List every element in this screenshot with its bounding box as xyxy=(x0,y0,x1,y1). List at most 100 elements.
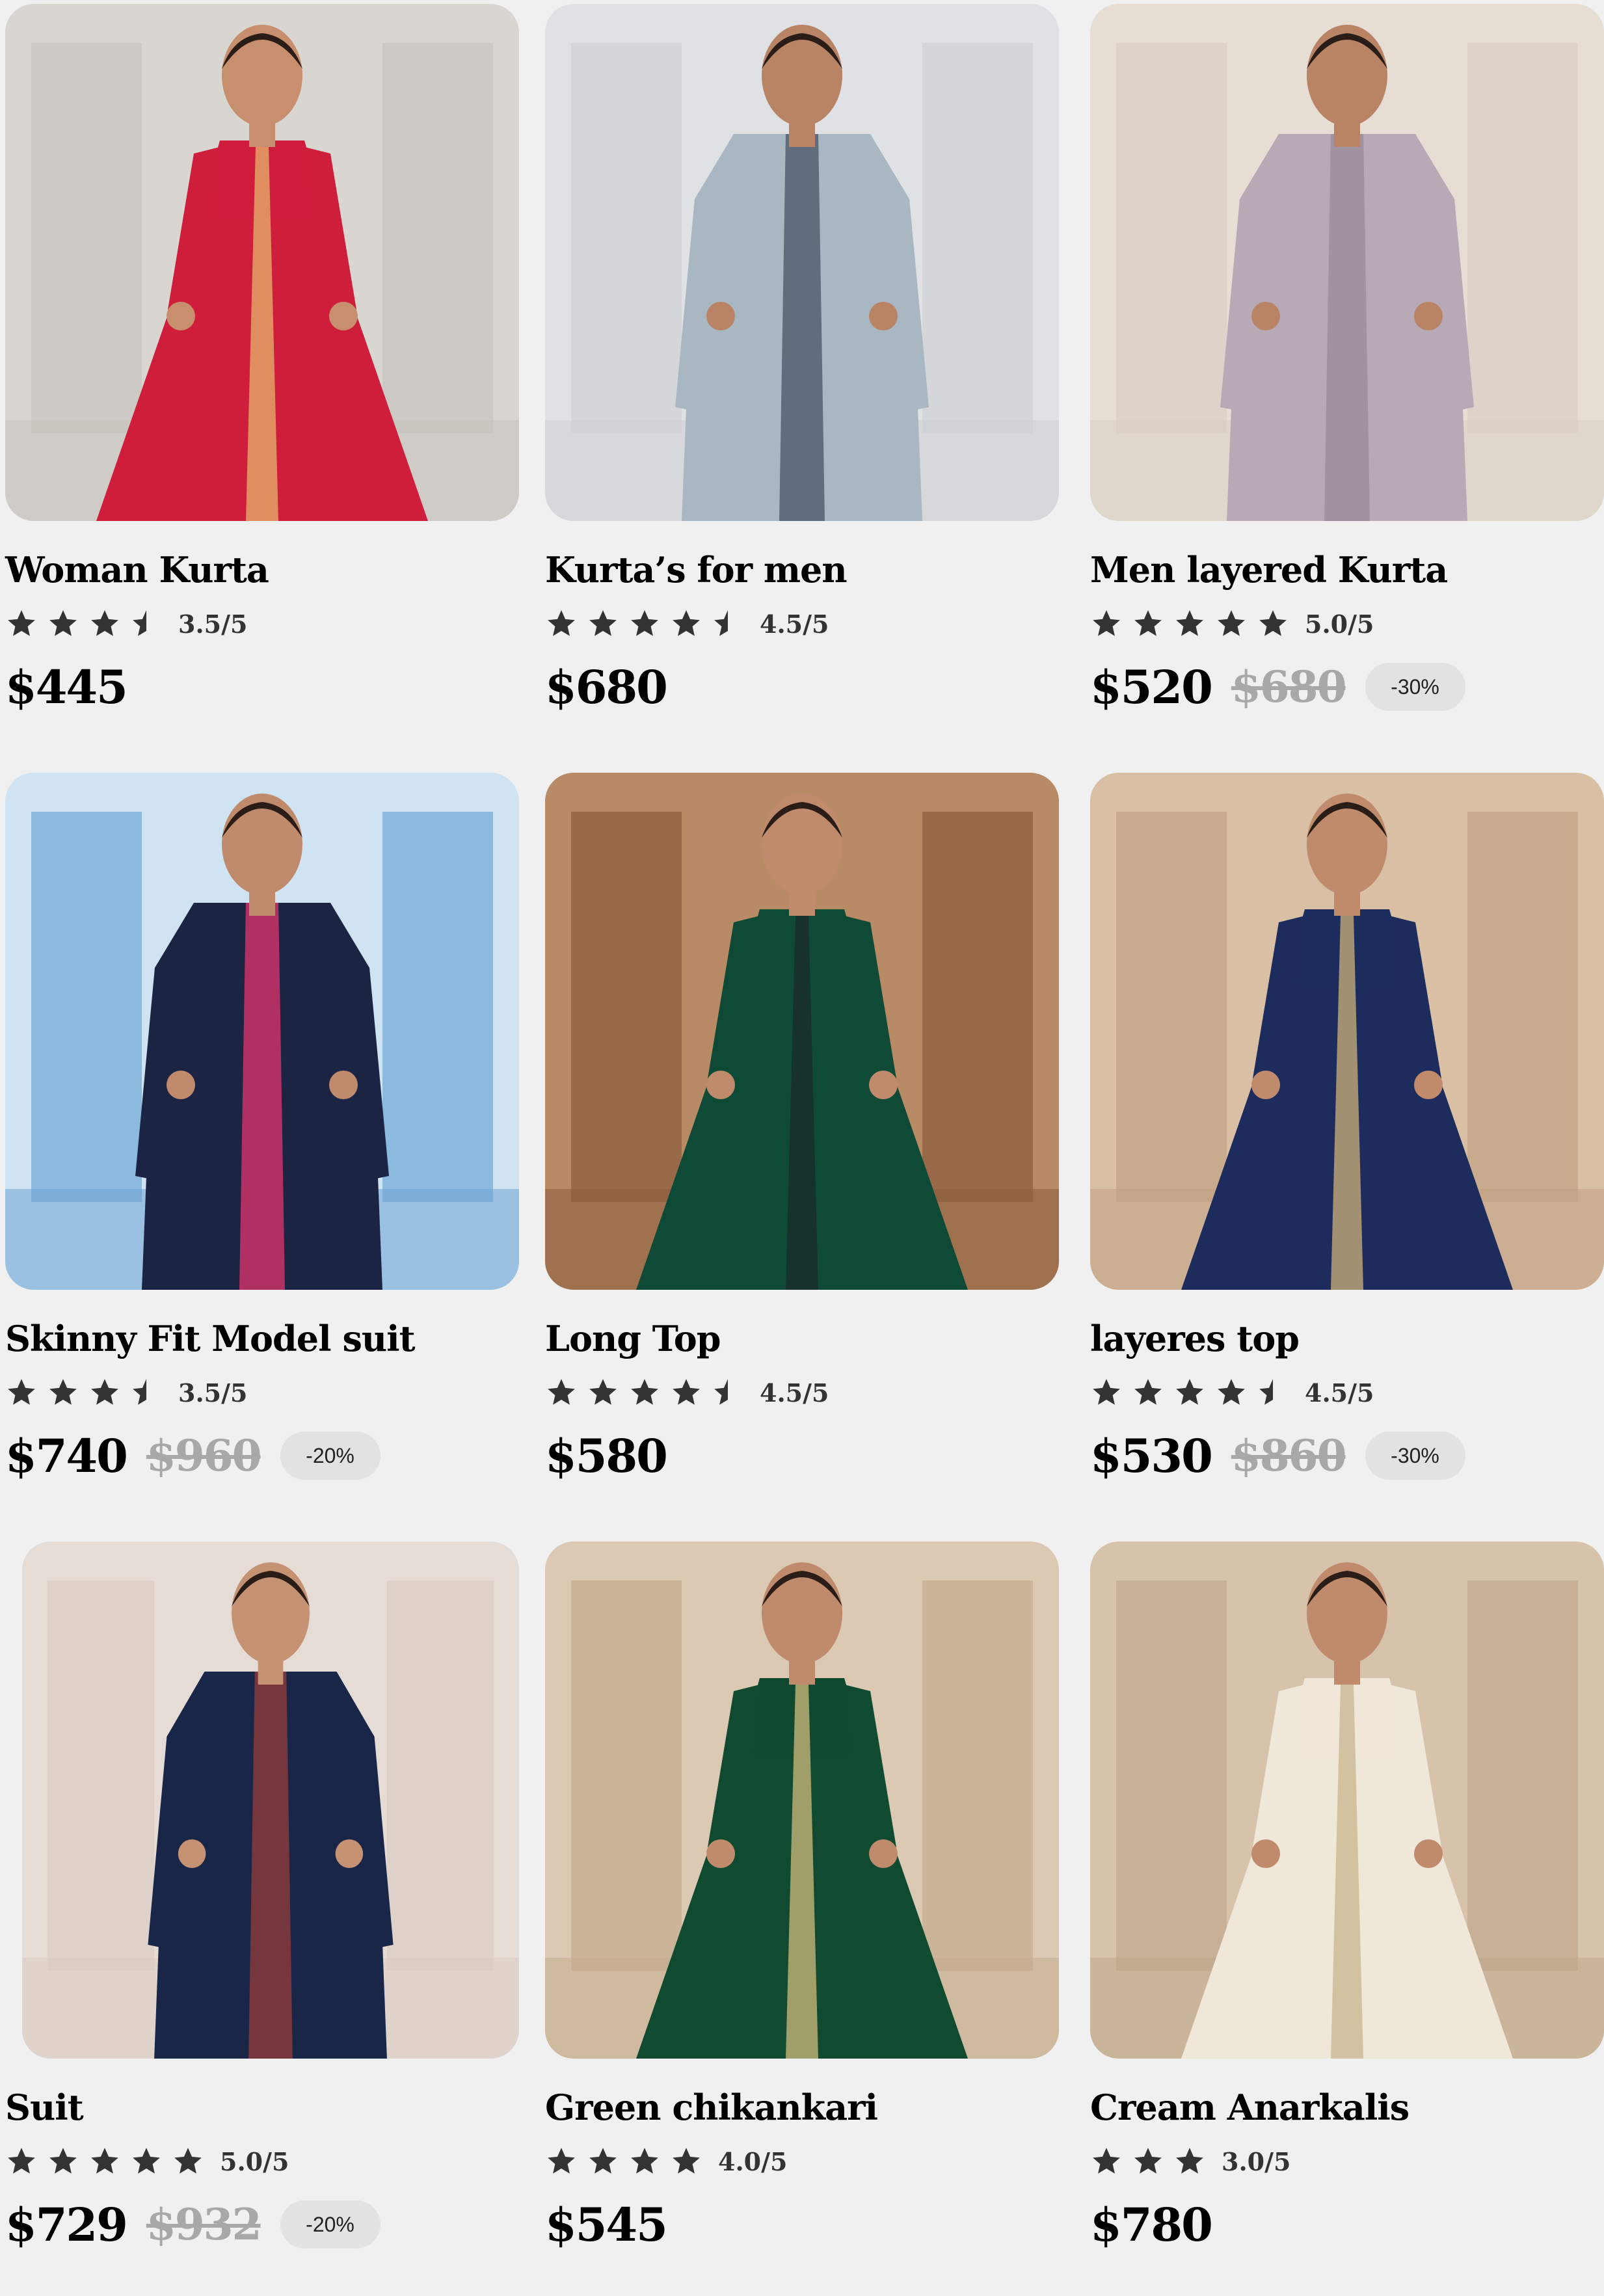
product-rating: 4.5/5 xyxy=(1090,1374,1374,1411)
price-row: $680 xyxy=(545,658,668,716)
original-price: $860 xyxy=(1231,1430,1347,1481)
product-title[interactable]: Suit xyxy=(5,2087,84,2128)
star-icon xyxy=(8,2148,35,2174)
half-star-icon xyxy=(714,1379,728,1405)
product-image[interactable] xyxy=(22,1542,519,2059)
product-image[interactable] xyxy=(5,773,519,1290)
star-icon xyxy=(631,2148,658,2174)
product-image[interactable] xyxy=(1090,773,1604,1290)
rating-value: 3.5/5 xyxy=(178,1378,248,1408)
product-title[interactable]: Green chikankari xyxy=(545,2087,878,2128)
product-card[interactable]: Skinny Fit Model suit 3.5/5 $740 $960 -20% xyxy=(5,773,526,1527)
product-image[interactable] xyxy=(545,4,1059,521)
original-price: $680 xyxy=(1231,661,1347,712)
star-icon xyxy=(91,610,118,636)
star-icon xyxy=(133,2148,160,2174)
price-row: $445 xyxy=(5,658,128,716)
price-row: $545 xyxy=(545,2195,668,2254)
product-card[interactable]: Cream Anarkalis 3.0/5 $780 xyxy=(1090,1542,1604,2296)
half-star-icon xyxy=(133,610,146,636)
star-icon xyxy=(589,610,617,636)
star-icon xyxy=(1134,2148,1162,2174)
current-price: $729 xyxy=(5,2197,128,2252)
product-rating: 4.5/5 xyxy=(545,1374,829,1411)
star-icon xyxy=(174,2148,202,2174)
product-grid: Woman Kurta 3.5/5 $445 Kurta’s for men 4.5/5… xyxy=(0,0,1604,2252)
star-icon xyxy=(1093,610,1120,636)
product-card[interactable]: Woman Kurta 3.5/5 $445 xyxy=(5,4,526,758)
half-star-icon xyxy=(714,610,728,636)
product-title[interactable]: Cream Anarkalis xyxy=(1090,2087,1410,2128)
rating-stars xyxy=(545,607,744,640)
star-icon xyxy=(673,2148,700,2174)
rating-stars xyxy=(5,1376,163,1409)
discount-badge: -20% xyxy=(280,1432,381,1480)
product-image[interactable] xyxy=(545,773,1059,1290)
product-rating: 3.5/5 xyxy=(5,606,247,642)
star-icon xyxy=(548,610,575,636)
rating-stars xyxy=(5,607,163,640)
product-card[interactable]: Long Top 4.5/5 $580 xyxy=(545,773,1065,1527)
star-icon xyxy=(49,610,77,636)
product-image[interactable] xyxy=(1090,1542,1604,2059)
current-price: $740 xyxy=(5,1428,128,1483)
star-icon xyxy=(548,2148,575,2174)
product-title[interactable]: layeres top xyxy=(1090,1318,1300,1359)
half-star-icon xyxy=(133,1379,146,1405)
rating-value: 4.5/5 xyxy=(760,1378,829,1408)
rating-value: 5.0/5 xyxy=(220,2146,289,2176)
star-icon xyxy=(91,1379,118,1405)
rating-value: 3.5/5 xyxy=(178,609,248,639)
product-rating: 5.0/5 xyxy=(5,2143,289,2180)
product-card[interactable]: Kurta’s for men 4.5/5 $680 xyxy=(545,4,1065,758)
original-price: $960 xyxy=(146,1430,262,1481)
price-row: $530 $860 -30% xyxy=(1090,1426,1465,1485)
rating-stars xyxy=(1090,2145,1206,2178)
product-rating: 4.5/5 xyxy=(545,606,829,642)
star-icon xyxy=(589,1379,617,1405)
price-row: $520 $680 -30% xyxy=(1090,658,1465,716)
star-icon xyxy=(1134,1379,1162,1405)
product-title[interactable]: Long Top xyxy=(545,1318,721,1359)
current-price: $580 xyxy=(545,1428,668,1483)
product-title[interactable]: Kurta’s for men xyxy=(545,549,848,591)
rating-value: 3.0/5 xyxy=(1222,2146,1291,2176)
current-price: $545 xyxy=(545,2197,668,2252)
star-icon xyxy=(631,1379,658,1405)
product-rating: 4.0/5 xyxy=(545,2143,787,2180)
product-image[interactable] xyxy=(545,1542,1059,2059)
current-price: $445 xyxy=(5,660,128,714)
star-icon xyxy=(548,1379,575,1405)
product-title[interactable]: Skinny Fit Model suit xyxy=(5,1318,416,1359)
star-icon xyxy=(49,2148,77,2174)
star-icon xyxy=(1176,610,1203,636)
product-card[interactable]: layeres top 4.5/5 $530 $860 -30% xyxy=(1090,773,1604,1527)
product-image[interactable] xyxy=(5,4,519,521)
product-title[interactable]: Men layered Kurta xyxy=(1090,549,1448,591)
price-row: $740 $960 -20% xyxy=(5,1426,381,1485)
discount-badge: -30% xyxy=(1365,663,1465,711)
rating-stars xyxy=(5,2145,204,2178)
star-icon xyxy=(631,610,658,636)
rating-stars xyxy=(545,2145,702,2178)
rating-value: 4.5/5 xyxy=(1305,1378,1374,1408)
product-card[interactable]: Suit 5.0/5 $729 $932 -20% xyxy=(5,1542,526,2296)
current-price: $680 xyxy=(545,660,668,714)
product-card[interactable]: Men layered Kurta 5.0/5 $520 $680 -30% xyxy=(1090,4,1604,758)
star-icon xyxy=(91,2148,118,2174)
current-price: $530 xyxy=(1090,1428,1213,1483)
product-title[interactable]: Woman Kurta xyxy=(5,549,269,591)
product-image[interactable] xyxy=(1090,4,1604,521)
discount-badge: -30% xyxy=(1365,1432,1465,1480)
product-rating: 3.5/5 xyxy=(5,1374,247,1411)
star-icon xyxy=(673,610,700,636)
discount-badge: -20% xyxy=(280,2200,381,2249)
half-star-icon xyxy=(1259,1379,1273,1405)
price-row: $580 xyxy=(545,1426,668,1485)
star-icon xyxy=(1134,610,1162,636)
star-icon xyxy=(1093,2148,1120,2174)
price-row: $780 xyxy=(1090,2195,1213,2254)
star-icon xyxy=(1176,1379,1203,1405)
product-card[interactable]: Green chikankari 4.0/5 $545 xyxy=(545,1542,1065,2296)
star-icon xyxy=(1218,610,1245,636)
